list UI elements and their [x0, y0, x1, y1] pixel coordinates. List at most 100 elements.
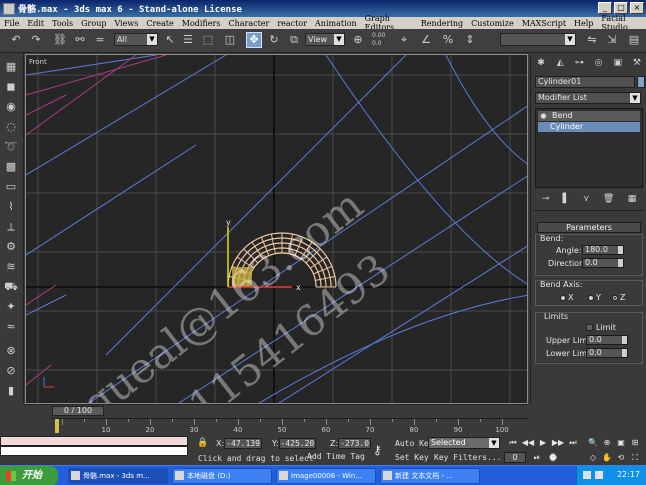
field-of-view-icon[interactable]: ◇ — [586, 452, 600, 464]
limit-checkbox[interactable]: Limit — [586, 323, 616, 332]
maximize-viewport-icon[interactable]: ⛶ — [628, 452, 642, 464]
modifier-list-dropdown[interactable]: Modifier List ▼ — [535, 92, 641, 104]
set-key-button[interactable]: Set Key — [395, 453, 429, 462]
next-frame-icon[interactable]: ▶▶ — [551, 437, 565, 449]
plane-icon[interactable]: ▭ — [3, 179, 19, 195]
menu-reactor[interactable]: reactor — [277, 19, 307, 28]
direction-spinner[interactable]: 0.0 — [582, 258, 624, 268]
parameters-rollout-title[interactable]: Parameters — [537, 222, 641, 233]
select-link-icon[interactable]: ⛓ — [52, 32, 68, 48]
object-name-field[interactable]: Cylinder01 — [535, 76, 635, 88]
modify-tab-icon[interactable]: ◭ — [552, 56, 568, 70]
menu-maxscript[interactable]: MAXScript — [522, 19, 566, 28]
minimize-button[interactable]: _ — [598, 2, 612, 14]
remove-modifier-icon[interactable]: 🗑 — [603, 192, 614, 206]
rigid-body-icon[interactable]: ◼ — [3, 79, 19, 95]
zoom-icon[interactable]: 🔍 — [586, 437, 600, 449]
angle-spinner[interactable]: 180.0 — [582, 245, 624, 255]
menu-customize[interactable]: Customize — [471, 19, 514, 28]
menu-views[interactable]: Views — [114, 19, 138, 28]
deforming-mesh-icon[interactable]: ▩ — [3, 159, 19, 175]
viewport-label[interactable]: Front — [29, 58, 47, 66]
menu-rendering[interactable]: Rendering — [421, 19, 463, 28]
make-unique-icon[interactable]: ⋎ — [583, 192, 590, 206]
lightbulb-icon[interactable]: ✺ — [540, 112, 547, 122]
pan-icon[interactable]: ✋ — [600, 452, 614, 464]
lower-limit-spinner[interactable]: 0.0 — [586, 348, 628, 358]
arc-rotate-icon[interactable]: ⟲ — [614, 452, 628, 464]
redo-icon[interactable]: ↷ — [28, 32, 44, 48]
menu-modifiers[interactable]: Modifiers — [182, 19, 221, 28]
key-marker[interactable] — [55, 419, 59, 433]
menu-edit[interactable]: Edit — [27, 19, 44, 28]
close-button[interactable]: × — [630, 2, 644, 14]
select-object-icon[interactable]: ↖ — [162, 32, 178, 48]
soft-body-icon[interactable]: ◌ — [3, 119, 19, 135]
task-image-viewer[interactable]: Image00006 - Win... — [276, 468, 376, 484]
go-to-start-icon[interactable]: ⏮ — [506, 437, 520, 449]
toy-car-icon[interactable]: ⛟ — [3, 279, 19, 295]
add-time-tag-button[interactable]: Add Time Tag — [307, 452, 365, 461]
key-filters-button[interactable]: Key Filters... — [434, 453, 501, 462]
rope-icon[interactable]: ➰ — [3, 139, 19, 155]
task-notepad[interactable]: 新建 文本文档 - ... — [380, 468, 480, 484]
maxscript-listener-output[interactable] — [0, 436, 188, 446]
stack-item-cylinder[interactable]: Cylinder — [538, 122, 640, 132]
display-tab-icon[interactable]: ▣ — [610, 56, 626, 70]
spinner-arrows-icon[interactable] — [622, 349, 627, 357]
spring-icon[interactable]: ⌇ — [3, 199, 19, 215]
menu-help[interactable]: Help — [574, 19, 593, 28]
go-to-end-icon[interactable]: ⏭ — [566, 437, 580, 449]
task-local-disk[interactable]: 本地磁盘 (D:) — [172, 468, 272, 484]
motion-tab-icon[interactable]: ◎ — [591, 56, 607, 70]
title-bar[interactable]: 骨骼.max - 3ds max 6 - Stand-alone License… — [0, 0, 646, 17]
viewport-canvas[interactable]: yx — [26, 55, 528, 404]
stack-item-bend[interactable]: ✺ Bend — [538, 111, 640, 121]
spinner-arrows-icon[interactable] — [618, 259, 623, 267]
menu-file[interactable]: File — [4, 19, 19, 28]
hierarchy-tab-icon[interactable]: ⊶ — [571, 56, 587, 70]
configure-sets-icon[interactable]: ▦ — [628, 192, 637, 206]
lock-selection-icon[interactable]: 🔒 — [197, 438, 208, 448]
menu-character[interactable]: Character — [228, 19, 269, 28]
dashpot-icon[interactable]: ⟂ — [3, 219, 19, 235]
axis-z-radio[interactable]: Z — [612, 293, 625, 302]
wind-icon[interactable]: ≋ — [3, 259, 19, 275]
rotate-icon[interactable]: ↻ — [266, 32, 282, 48]
spinner-snap-icon[interactable]: ⇕ — [462, 32, 478, 48]
app-icon[interactable] — [3, 2, 15, 15]
zoom-extents-icon[interactable]: ▣ — [614, 437, 628, 449]
undo-icon[interactable]: ↶ — [8, 32, 24, 48]
percent-snap-icon[interactable]: % — [440, 32, 456, 48]
layer-manager-icon[interactable]: ▤ — [626, 32, 642, 48]
snap-toggle-icon[interactable]: ⌖ — [396, 32, 412, 48]
zoom-extents-all-icon[interactable]: ⊞ — [628, 437, 642, 449]
window-crossing-icon[interactable]: ◫ — [222, 32, 238, 48]
volume-icon[interactable] — [583, 471, 591, 479]
water-icon[interactable]: ≈ — [3, 319, 19, 335]
previous-frame-icon[interactable]: ◀◀ — [521, 437, 535, 449]
menu-create[interactable]: Create — [146, 19, 173, 28]
angle-snap-icon[interactable]: ∠ — [418, 32, 434, 48]
object-color-swatch[interactable] — [637, 76, 645, 88]
key-mode-dropdown[interactable]: Selected ▼ — [428, 437, 500, 449]
spinner-arrows-icon[interactable] — [622, 336, 627, 344]
task-3dsmax[interactable]: 骨骼.max - 3ds m... — [68, 468, 168, 484]
hinge-icon[interactable]: ⊘ — [3, 363, 19, 379]
named-selection-dropdown[interactable]: ▼ — [500, 33, 576, 46]
constraint-icon[interactable]: ⊗ — [3, 343, 19, 359]
time-slider[interactable]: 0 / 100 — [25, 404, 528, 417]
scale-icon[interactable]: ⧉ — [286, 32, 302, 48]
fracture-icon[interactable]: ✦ — [3, 299, 19, 315]
axis-y-radio[interactable]: Y — [588, 293, 601, 302]
play-icon[interactable]: ▶ — [536, 437, 550, 449]
create-tab-icon[interactable]: ✱ — [533, 56, 549, 70]
front-viewport[interactable]: yx Front squeal@163.com QQ:115416493 — [25, 54, 528, 404]
key-icon[interactable]: ⚷ — [373, 443, 382, 457]
select-by-name-icon[interactable]: ☰ — [180, 32, 196, 48]
menu-tools[interactable]: Tools — [52, 19, 73, 28]
y-coordinate-field[interactable]: -425.20 — [278, 438, 317, 449]
align-icon[interactable]: ⇲ — [604, 32, 620, 48]
zoom-all-icon[interactable]: ⊕ — [600, 437, 614, 449]
menu-animation[interactable]: Animation — [315, 19, 357, 28]
